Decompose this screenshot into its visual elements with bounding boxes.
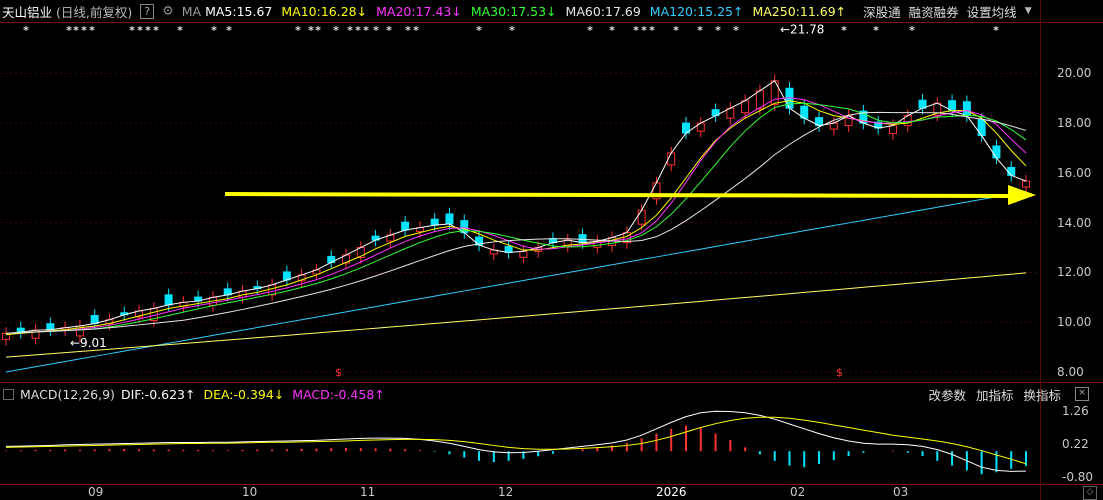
price-tick: 20.00 xyxy=(1057,66,1092,81)
scroll-box-icon[interactable]: ◇ xyxy=(1083,486,1097,500)
date-tick: 12 xyxy=(498,485,514,499)
ma-items: MA5:15.67 MA10:16.28↓ MA20:17.43↓ MA30:17.5… xyxy=(205,4,855,19)
edit-params-link[interactable]: 改参数 xyxy=(928,385,966,404)
dividend-marker: $ xyxy=(335,366,342,379)
candle-body xyxy=(90,315,99,324)
help-button[interactable]: ? xyxy=(140,3,155,19)
candle-body xyxy=(430,218,439,226)
candle-body xyxy=(1007,166,1016,176)
candle-body xyxy=(578,234,587,244)
macd-tick: 0.22 xyxy=(1062,437,1089,452)
ma10-line xyxy=(5,100,1027,336)
date-tick: 10 xyxy=(242,485,258,499)
macd-chart[interactable] xyxy=(0,404,1040,484)
price-tick: 18.00 xyxy=(1057,116,1092,131)
ma-item-3: MA30:17.53↓ xyxy=(470,3,557,19)
dea-line xyxy=(5,416,1027,465)
price-tick: 12.00 xyxy=(1057,265,1092,280)
price-tick: 8.00 xyxy=(1057,365,1084,379)
candle-body xyxy=(977,119,986,137)
ma-item-5: MA120:15.25↑ xyxy=(649,3,744,19)
macd-axis: 1.26 0.22 -0.80 xyxy=(1040,404,1103,484)
ma-item-2: MA20:17.43↓ xyxy=(376,3,462,19)
candle-body xyxy=(519,250,528,258)
close-icon[interactable]: × xyxy=(1075,387,1089,401)
low-annotation: ←9.01 xyxy=(70,336,107,350)
candle-body xyxy=(46,323,55,331)
date-tick: 11 xyxy=(360,485,376,499)
link-set-ma[interactable]: 设置均线 xyxy=(967,2,1017,21)
macd-tick: 1.26 xyxy=(1062,403,1089,418)
ma-label: MA xyxy=(181,3,202,19)
date-axis: ◇ 09 10 11 12 2026 02 03 xyxy=(0,484,1103,500)
chevron-down-icon[interactable]: ▼ xyxy=(1025,6,1032,16)
price-tick: 14.00 xyxy=(1057,215,1092,230)
support-arrow-line xyxy=(224,192,1013,199)
ma-item-4: MA60:17.69 xyxy=(565,3,641,19)
macd-label[interactable]: MACD(12,26,9) xyxy=(20,387,115,402)
date-tick: 02 xyxy=(790,485,806,499)
candle-body xyxy=(888,125,897,135)
candle-body xyxy=(164,294,173,306)
ma5-line xyxy=(5,80,1027,334)
link-margin[interactable]: 融资融券 xyxy=(909,2,959,21)
ma-item-6: MA250:11.69↑ xyxy=(752,3,847,19)
high-annotation: ←21.78 xyxy=(780,23,824,37)
date-tick: 03 xyxy=(893,485,909,499)
dif-line xyxy=(5,410,1027,472)
macd-value: MACD:-0.458↑ xyxy=(292,386,385,402)
candle-body xyxy=(445,213,454,225)
ma20-line xyxy=(5,97,1027,334)
middle-divider xyxy=(0,382,1103,383)
gear-icon[interactable]: ⚙ xyxy=(162,4,174,19)
candle-body xyxy=(992,145,1001,159)
chart-mode[interactable]: (日线,前复权) xyxy=(56,2,132,21)
link-hk-connect[interactable]: 深股通 xyxy=(863,2,901,21)
dividend-marker: $ xyxy=(836,366,843,379)
candle-body xyxy=(1022,180,1030,188)
macd-tick: -0.80 xyxy=(1062,469,1094,484)
stock-name[interactable]: 天山铝业 xyxy=(2,2,52,21)
macd-header: MACD(12,26,9) DIF:-0.623↑ DEA:-0.394↓ MA… xyxy=(0,384,1103,404)
candle-body xyxy=(962,101,971,117)
add-indicator-link[interactable]: 加指标 xyxy=(976,385,1014,404)
ma-item-0: MA5:15.67 xyxy=(205,3,273,19)
support-arrowhead xyxy=(1008,185,1036,206)
macd-links: 改参数 加指标 换指标 xyxy=(918,384,1061,404)
price-tick: 10.00 xyxy=(1057,315,1092,330)
candle-body xyxy=(401,221,410,231)
date-tick: 09 xyxy=(88,485,104,499)
candle-body xyxy=(637,209,646,225)
dea-value: DEA:-0.394↓ xyxy=(203,386,285,402)
date-tick: 2026 xyxy=(656,485,687,499)
switch-indicator-link[interactable]: 换指标 xyxy=(1023,385,1061,404)
price-axis: 20.00 18.00 16.00 14.00 12.00 10.00 8.00 xyxy=(1040,22,1103,380)
ma-item-1: MA10:16.28↓ xyxy=(281,3,368,19)
macd-toggle-box[interactable] xyxy=(3,388,14,400)
dif-value: DIF:-0.623↑ xyxy=(120,386,196,402)
header-bar: 天山铝业 (日线,前复权) ? ⚙ MA MA5:15.67 MA10:16.28… xyxy=(0,0,1103,22)
price-tick: 16.00 xyxy=(1057,165,1092,180)
price-chart[interactable]: ←21.78 ←9.01 $ $ xyxy=(0,22,1040,380)
